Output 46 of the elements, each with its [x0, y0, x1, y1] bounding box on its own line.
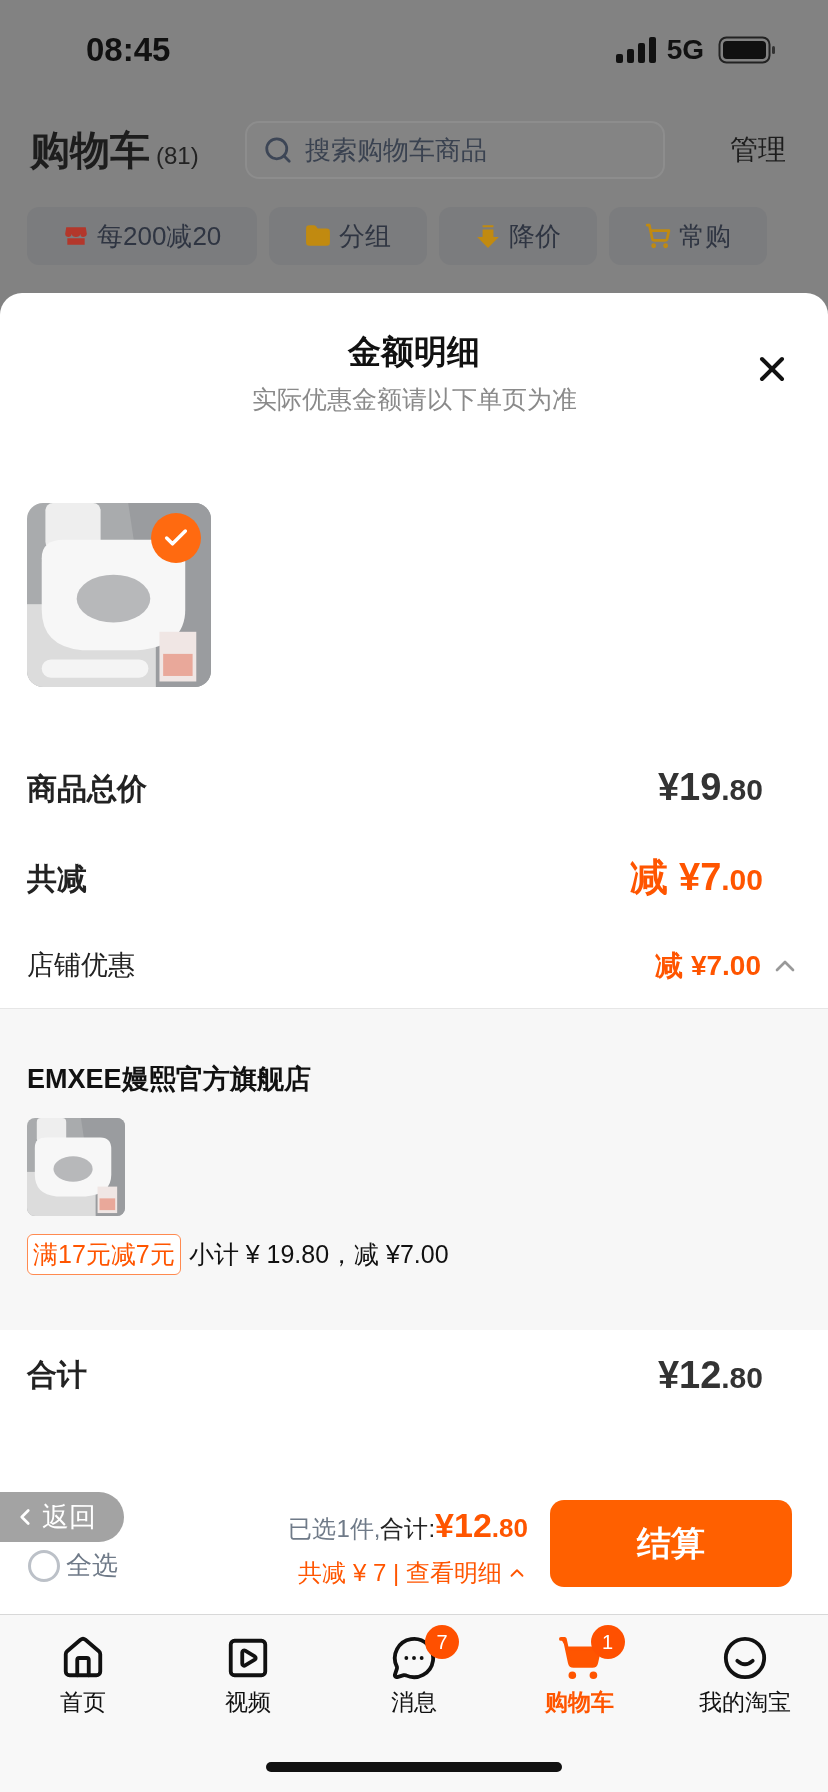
page-title: 购物车	[30, 127, 150, 174]
tab-item[interactable]: 1 购物车	[496, 1621, 663, 1720]
tab-item[interactable]: 首页	[0, 1621, 166, 1720]
checkout-button[interactable]: 结算	[550, 1500, 792, 1587]
badge: 1	[590, 1625, 625, 1659]
message-icon	[391, 1635, 437, 1681]
filter-chip[interactable]: 分组	[269, 207, 428, 265]
summary-value: 减 ¥7.00	[655, 948, 761, 983]
search-field[interactable]: 搜索购物车商品	[244, 121, 665, 179]
sheet-title: 金额明细	[348, 332, 480, 372]
bottom-total: ¥12.80	[435, 1505, 528, 1546]
summary-label: 共减	[27, 860, 87, 897]
select-all-label: 全选	[66, 1549, 118, 1582]
badge: 7	[425, 1625, 459, 1659]
select-all-radio[interactable]	[28, 1549, 60, 1582]
selected-count: 已选1件,	[288, 1514, 381, 1544]
filter-chip[interactable]: 常购	[609, 207, 768, 265]
tab-item[interactable]: 我的淘宝	[662, 1621, 828, 1720]
sheet-subtitle: 实际优惠金额请以下单页为准	[251, 383, 577, 415]
total-value: ¥12.80	[657, 1353, 763, 1398]
summary-value: ¥19.80	[657, 765, 763, 811]
filter-chip[interactable]: 每200减20	[27, 207, 258, 265]
total-label: 合计	[27, 1357, 87, 1393]
battery-icon	[718, 36, 776, 64]
manage-button[interactable]: 管理	[730, 129, 798, 171]
smile-icon	[722, 1635, 769, 1681]
summary-value: 减 ¥7.00	[630, 855, 763, 901]
item-count: (81)	[156, 141, 199, 171]
search-placeholder: 搜索购物车商品	[304, 133, 487, 167]
view-details-link[interactable]: 共减 ¥ 7 | 查看明细	[298, 1555, 528, 1591]
total-caption: 合计:	[380, 1515, 436, 1544]
filter-chip[interactable]: 降价	[439, 207, 598, 265]
promo-tag: 满17元减7元	[27, 1233, 181, 1275]
subtotal-text: 小计 ¥ 19.80，减 ¥7.00	[188, 1238, 449, 1270]
tab-item[interactable]: 视频	[165, 1621, 332, 1720]
store-name: EMXEE嫚熙官方旗舰店	[27, 1063, 312, 1096]
status-time: 08:45	[86, 30, 171, 71]
tab-item[interactable]: 7 消息	[331, 1621, 497, 1720]
network-label: 5G	[666, 33, 704, 67]
back-button[interactable]: 返回	[0, 1492, 124, 1542]
folder-icon	[305, 223, 332, 249]
search-icon	[262, 135, 293, 165]
summary-label: 店铺优惠	[27, 949, 135, 983]
signal-icon	[614, 37, 657, 63]
cart-icon	[645, 223, 672, 249]
summary-label: 商品总价	[27, 770, 147, 807]
